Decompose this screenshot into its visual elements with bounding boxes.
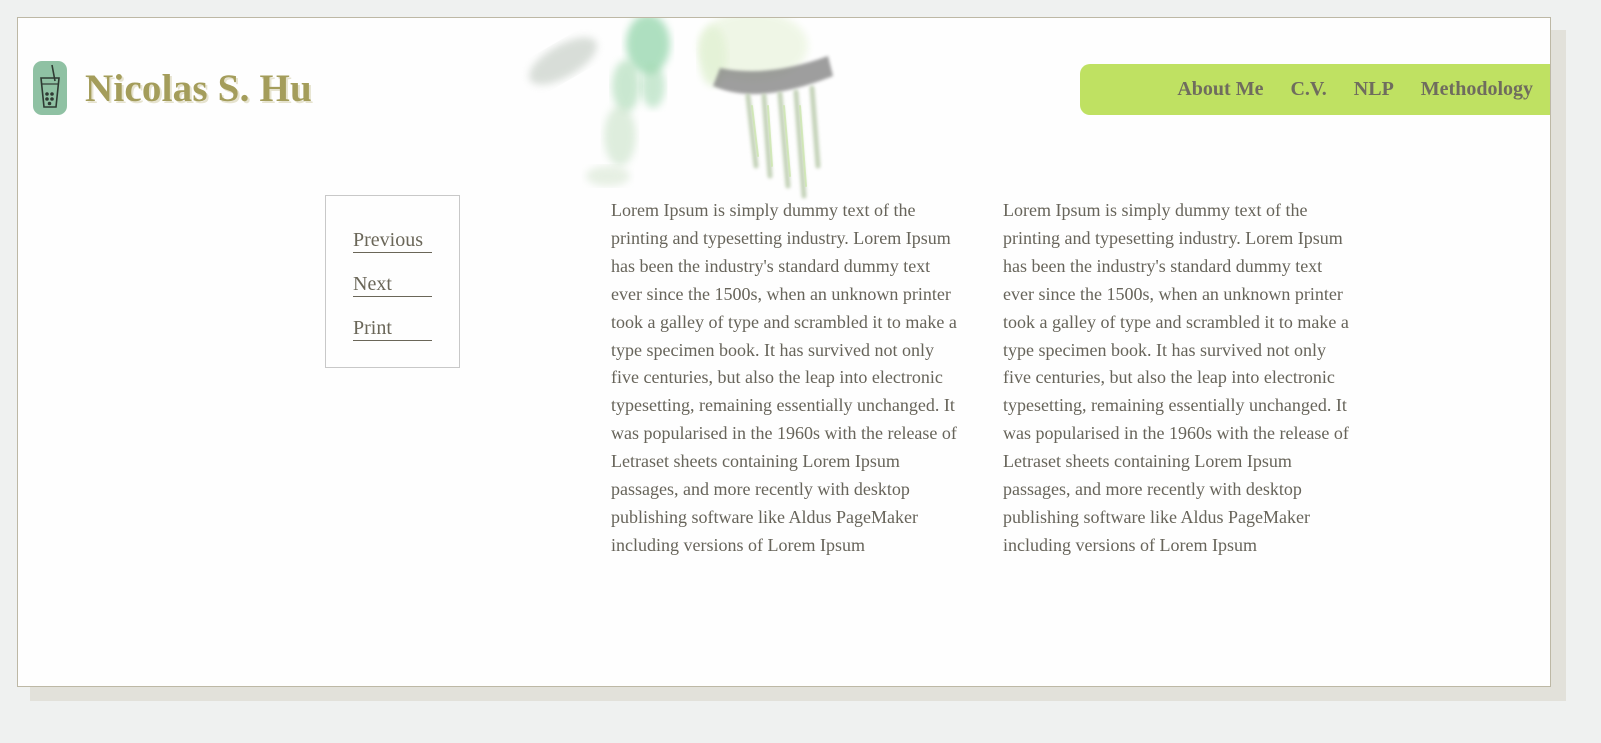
print-link[interactable]: Print [353,316,432,341]
pager-box: Previous Next Print [325,195,460,368]
previous-link[interactable]: Previous [353,228,432,253]
botanical-decoration [529,18,833,199]
content-column-2: Lorem Ipsum is simply dummy text of the … [1003,200,1349,555]
nav-nlp[interactable]: NLP [1354,78,1394,101]
page-card: Nicolas S. Hu About Me C.V. NLP Methodol… [17,17,1551,687]
content-column-1: Lorem Ipsum is simply dummy text of the … [611,200,957,555]
nav-cv[interactable]: C.V. [1290,78,1326,101]
site-title[interactable]: Nicolas S. Hu [85,66,312,111]
bubble-tea-icon[interactable] [33,61,67,115]
nav-about-me[interactable]: About Me [1177,78,1263,101]
main-nav: About Me C.V. NLP Methodology [1080,64,1550,115]
nav-methodology[interactable]: Methodology [1421,78,1533,101]
next-link[interactable]: Next [353,272,432,297]
